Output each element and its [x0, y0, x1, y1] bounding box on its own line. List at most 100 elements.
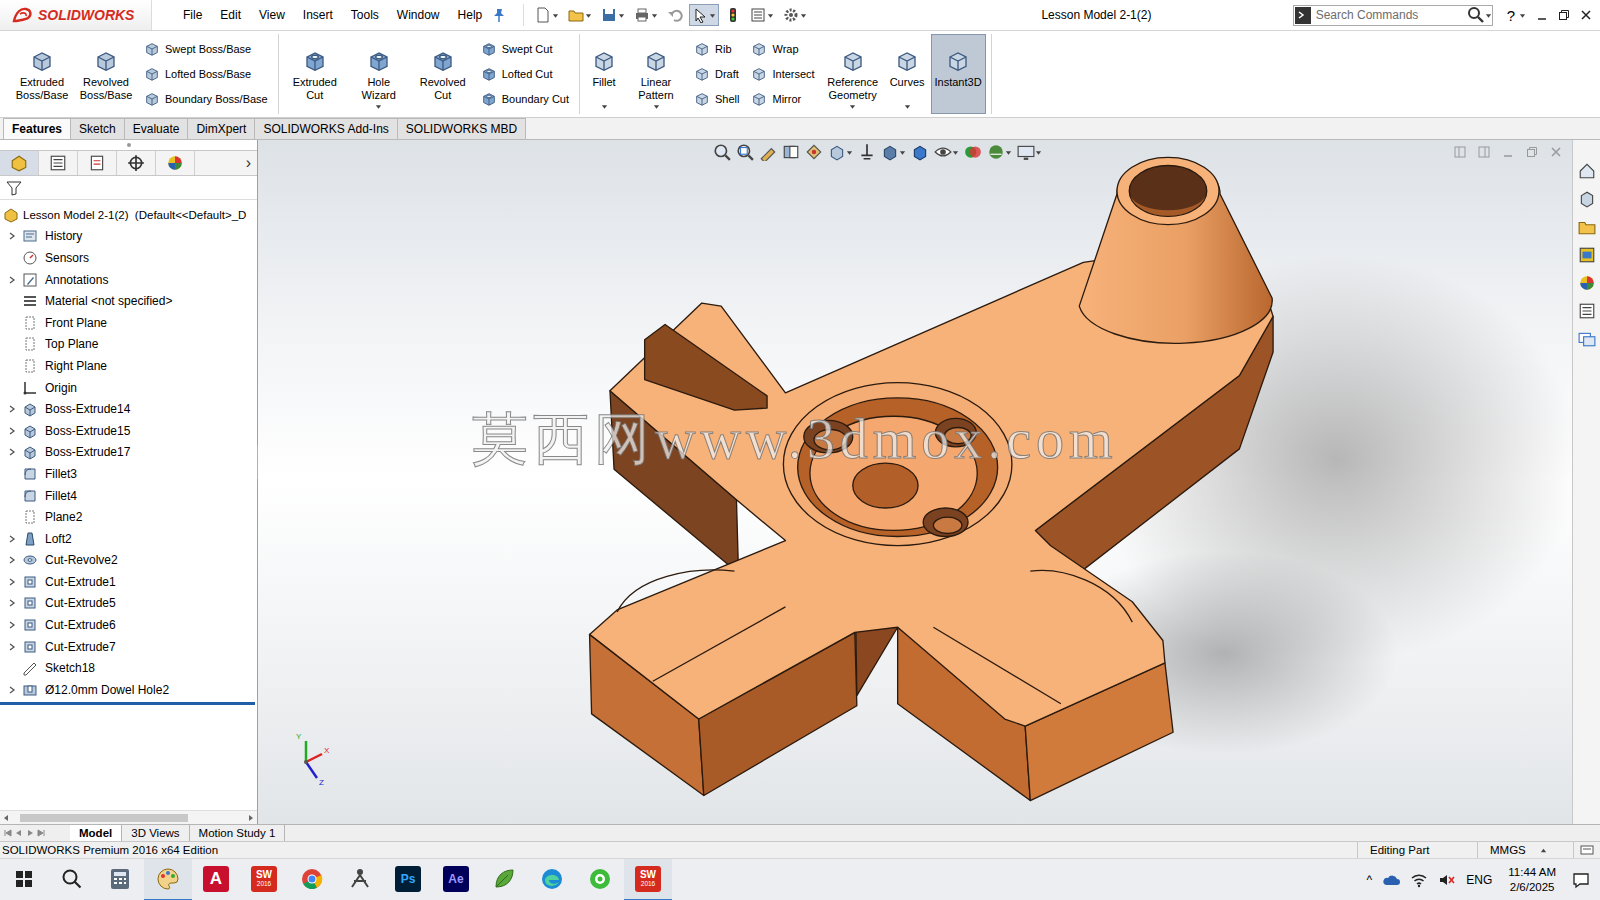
ribbon-small-button[interactable]: Mirror [751, 87, 814, 112]
ribbon-button[interactable]: Extruded Boss/Base [11, 34, 73, 114]
toolbar-button[interactable] [689, 4, 719, 26]
taskbar-app[interactable]: SW2016 [624, 859, 672, 900]
menu-item[interactable]: Help [449, 6, 492, 24]
panel-tab[interactable] [117, 151, 156, 175]
tray-expand[interactable]: ^ [1367, 873, 1373, 887]
model-tab[interactable]: Motion Study 1 [190, 825, 286, 841]
ribbon-button[interactable]: Linear Pattern [625, 34, 687, 114]
view-tool-button[interactable] [782, 143, 800, 161]
ribbon-small-button[interactable]: Swept Cut [481, 36, 569, 61]
part-model[interactable] [258, 140, 1572, 824]
task-pane-tab[interactable] [1578, 330, 1596, 351]
task-pane-tab[interactable] [1578, 218, 1596, 239]
command-tab[interactable]: DimXpert [187, 118, 255, 139]
expand-arrow[interactable] [0, 232, 22, 240]
clock[interactable]: 11:44 AM2/6/2025 [1502, 865, 1562, 895]
task-pane-tab[interactable] [1578, 274, 1596, 295]
menu-arrow[interactable] [904, 102, 911, 111]
command-tab[interactable]: Evaluate [124, 118, 189, 139]
command-tab[interactable]: Sketch [70, 118, 125, 139]
taskbar-app[interactable]: Ae [432, 859, 480, 900]
command-tab[interactable]: SOLIDWORKS MBD [397, 118, 526, 139]
expand-arrow[interactable] [0, 448, 22, 456]
task-pane-tab[interactable] [1578, 302, 1596, 323]
search-input[interactable] [1312, 8, 1467, 22]
menu-item[interactable]: Edit [211, 6, 250, 24]
tree-item[interactable]: Fillet3 [0, 463, 257, 485]
ribbon-small-button[interactable]: Boundary Cut [481, 87, 569, 112]
expand-arrow[interactable] [0, 686, 22, 694]
search-box[interactable] [1293, 5, 1493, 26]
ribbon-small-button[interactable]: Swept Boss/Base [144, 36, 268, 61]
tags-cell[interactable] [1573, 842, 1600, 858]
panel-more[interactable]: › [195, 151, 257, 175]
model-tab[interactable]: 3D Views [122, 825, 189, 841]
ribbon-small-button[interactable]: Draft [694, 61, 739, 86]
taskbar-app[interactable] [336, 859, 384, 900]
ribbon-button[interactable]: Instant3D [931, 34, 986, 114]
ribbon-small-button[interactable]: Wrap [751, 36, 814, 61]
tree-item[interactable]: Cut-Extrude5 [0, 593, 257, 615]
start-button[interactable] [0, 859, 48, 900]
graphics-area[interactable]: 莫西网www.3dmox.comXYZ [258, 140, 1572, 824]
panel-tab[interactable] [39, 151, 78, 175]
tree-item[interactable]: Cut-Extrude6 [0, 614, 257, 636]
menu-item[interactable]: Tools [342, 6, 388, 24]
scroll-thumb[interactable] [20, 814, 188, 822]
menu-arrow[interactable] [375, 102, 382, 111]
tree-root[interactable]: Lesson Model 2-1(2) (Default<<Default>_D [0, 204, 257, 226]
ribbon-small-button[interactable]: Shell [694, 87, 739, 112]
view-tool-button[interactable] [881, 143, 906, 161]
view-tool-button[interactable] [828, 143, 853, 161]
tab-nav-button[interactable] [37, 827, 45, 839]
tree-item[interactable]: Right Plane [0, 355, 257, 377]
taskbar-app[interactable] [576, 859, 624, 900]
taskbar-app[interactable] [480, 859, 528, 900]
toolbar-button[interactable] [747, 4, 777, 26]
taskbar-app[interactable] [288, 859, 336, 900]
tree-item[interactable]: Sensors [0, 247, 257, 269]
menu-item[interactable]: Insert [294, 6, 342, 24]
expand-arrow[interactable] [0, 556, 22, 564]
tree-item[interactable]: Sketch18 [0, 657, 257, 679]
task-pane-tab[interactable] [1578, 246, 1596, 267]
units-text[interactable]: MMGS [1490, 844, 1526, 856]
command-tab[interactable]: SOLIDWORKS Add-Ins [254, 118, 397, 139]
tree-item[interactable]: Cut-Revolve2 [0, 550, 257, 572]
tree-item[interactable]: Top Plane [0, 334, 257, 356]
model-tab[interactable]: Model [70, 825, 122, 841]
expand-arrow[interactable] [0, 535, 22, 543]
tree-item[interactable]: Boss-Extrude14 [0, 398, 257, 420]
tree-item[interactable]: Loft2 [0, 528, 257, 550]
ribbon-button[interactable]: Curves [886, 34, 929, 114]
rollback-bar[interactable] [0, 702, 255, 705]
tree-item[interactable]: History [0, 226, 257, 248]
expand-arrow[interactable] [0, 578, 22, 586]
view-tool-button[interactable] [736, 143, 754, 161]
ribbon-small-button[interactable]: Boundary Boss/Base [144, 87, 268, 112]
ribbon-button[interactable]: Reference Geometry [822, 34, 884, 114]
task-pane-tab[interactable] [1578, 190, 1596, 211]
expand-arrow[interactable] [0, 427, 22, 435]
view-tool-button[interactable] [964, 143, 982, 161]
toolbar-button[interactable] [631, 4, 661, 26]
task-pane-tab[interactable] [1578, 162, 1596, 183]
toolbar-button[interactable] [664, 4, 686, 26]
tree-item[interactable]: Cut-Extrude1 [0, 571, 257, 593]
tree-item[interactable]: Boss-Extrude15 [0, 420, 257, 442]
view-tool-button[interactable] [858, 143, 876, 161]
view-tool-button[interactable] [911, 143, 929, 161]
help-button[interactable]: ? [1493, 7, 1519, 24]
units-cell[interactable]: MMGS [1477, 842, 1573, 858]
language-indicator[interactable]: ENG [1466, 873, 1492, 887]
ribbon-button[interactable]: Revolved Boss/Base [75, 34, 137, 114]
view-tool-button[interactable] [987, 143, 1012, 161]
tab-nav-button[interactable] [15, 827, 23, 839]
panel-tab[interactable] [0, 151, 39, 175]
horizontal-scrollbar[interactable] [0, 810, 257, 824]
taskbar-app[interactable] [144, 859, 192, 900]
toolbar-button[interactable] [722, 4, 744, 26]
menu-item[interactable]: Window [388, 6, 449, 24]
tree-item[interactable]: Cut-Extrude7 [0, 636, 257, 658]
menu-item[interactable]: View [250, 6, 294, 24]
